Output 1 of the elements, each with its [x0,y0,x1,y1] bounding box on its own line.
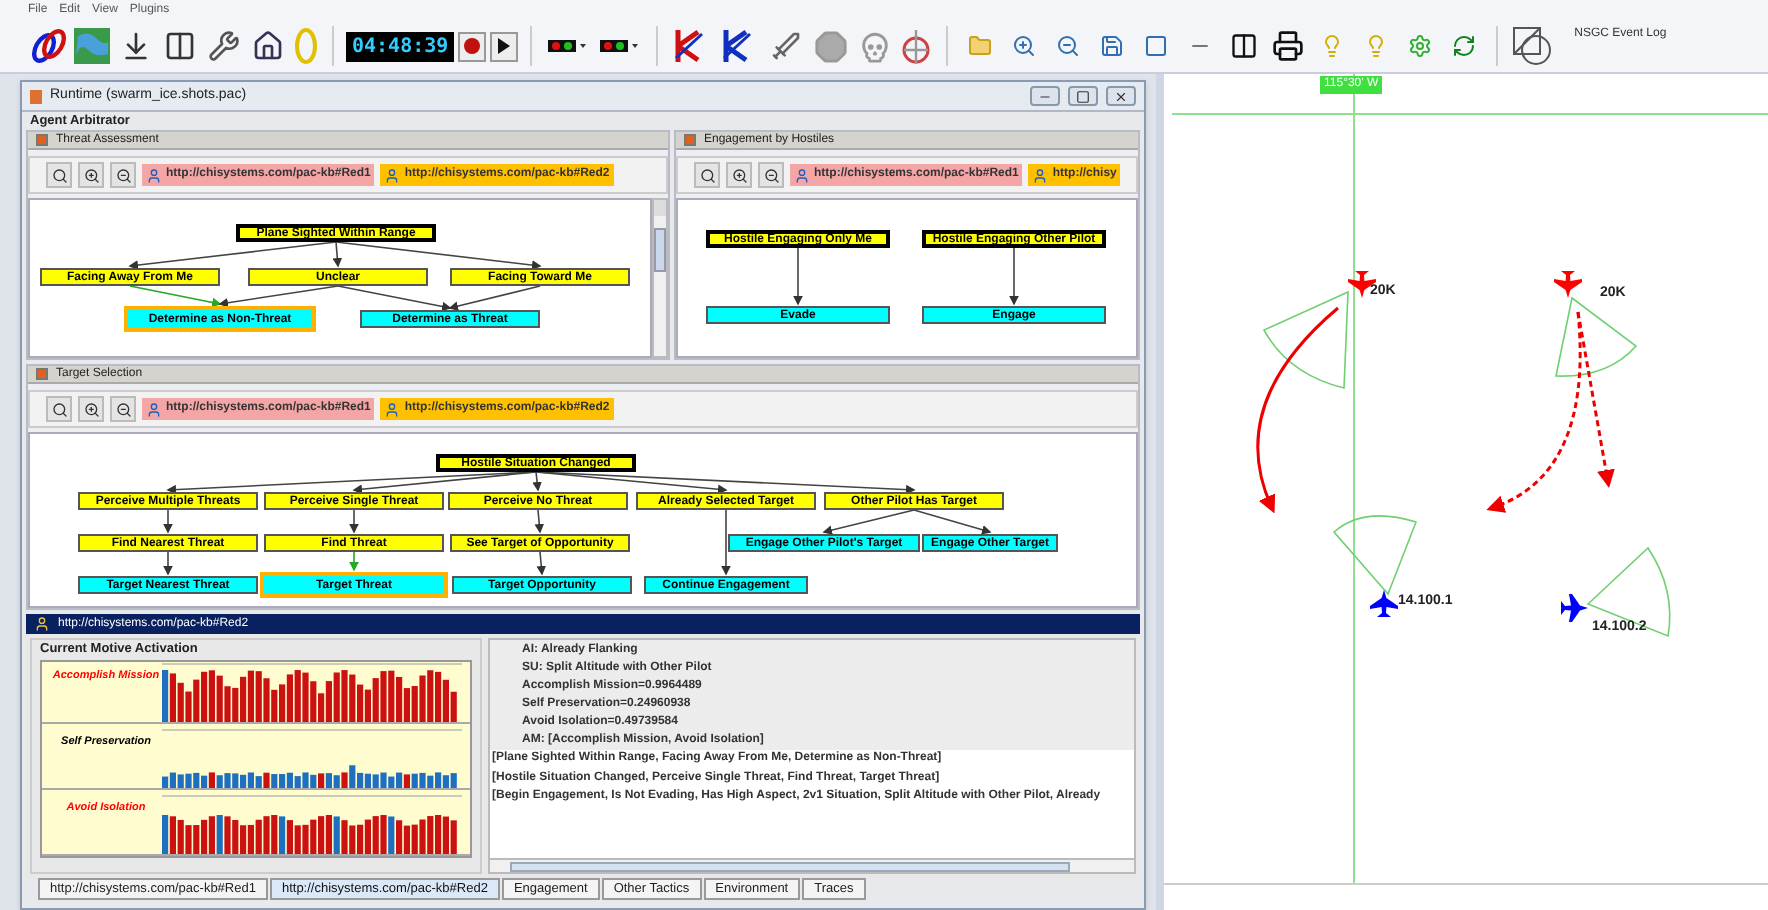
clock-display: 04:48:39 [346,31,455,61]
